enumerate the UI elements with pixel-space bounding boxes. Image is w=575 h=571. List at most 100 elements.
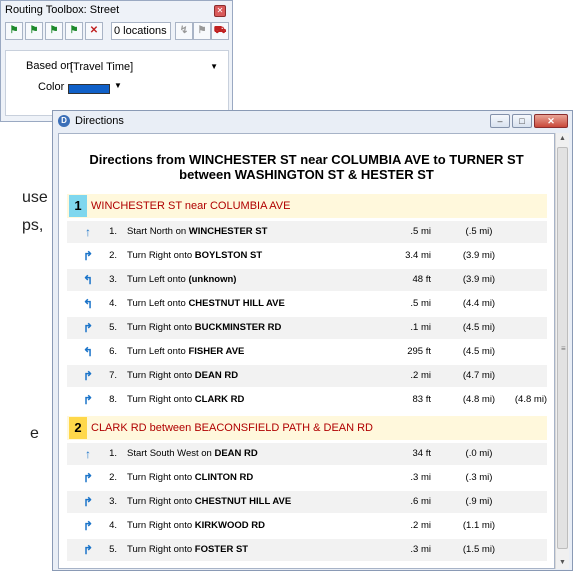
direction-step-row[interactable]: ↱ 4. Turn Right onto KIRKWOOD RD .2 mi (1.1 … — [67, 515, 547, 537]
direction-step-row[interactable]: ↱ 2. Turn Right onto CLINTON RD .3 mi (.3 mi… — [67, 467, 547, 489]
step-instruction: Turn Right onto CHESTNUT HILL AVE — [127, 491, 291, 513]
step-distance: .6 mi — [410, 496, 431, 507]
cumulative-distance: (4.8 mi) — [462, 394, 496, 405]
direction-step-row[interactable]: ↰ 3. Turn Left onto (unknown) 48 ft (3.9 mi) — [67, 269, 547, 291]
chevron-down-icon[interactable]: ▼ — [114, 81, 122, 90]
step-distance: 48 ft — [412, 274, 432, 285]
location-list-icon[interactable]: ⚑ — [65, 22, 83, 40]
step-instruction: Start South West on DEAN RD — [127, 443, 258, 465]
step-street: BUCKMINSTER RD — [194, 322, 282, 333]
direction-step-row[interactable]: ↱ 5. Turn Right onto FOSTER ST .3 mi (1.5 mi… — [67, 539, 547, 561]
step-instruction: Turn Left onto FISHER AVE — [127, 341, 244, 363]
step-instruction: Turn Right onto CLARK RD — [127, 389, 244, 411]
step-instruction: Turn Left onto CHESTNUT HILL AVE — [127, 293, 285, 315]
add-location-alt-icon[interactable]: ⚑ — [25, 22, 43, 40]
arrow-up-icon: ↑ — [85, 447, 91, 461]
turn-right-icon: ↱ — [82, 495, 94, 509]
route-icon[interactable]: ↯ — [175, 22, 193, 40]
direction-step-row[interactable]: ↰ 4. Turn Left onto CHESTNUT HILL AVE .5 mi… — [67, 293, 547, 315]
leg-total-distance: (4.8 mi) — [514, 394, 548, 405]
direction-step-row[interactable]: ↑ 1. Start South West on DEAN RD 34 ft (.0 m… — [67, 443, 547, 465]
step-action: Turn Right onto — [127, 544, 193, 555]
step-street: CLINTON RD — [194, 472, 254, 483]
step-instruction: Turn Right onto BUCKMINSTER RD — [127, 317, 281, 339]
step-action: Turn Left onto — [127, 298, 186, 309]
step-distance: .2 mi — [410, 370, 431, 381]
background-text-fragment: e — [30, 425, 39, 442]
step-street: WINCHESTER ST — [188, 226, 268, 237]
step-street: CHESTNUT HILL AVE — [194, 496, 292, 507]
color-swatch[interactable] — [68, 84, 110, 94]
clear-route-icon[interactable]: ⛟ — [211, 22, 229, 40]
turn-right-icon: ↱ — [82, 543, 94, 557]
based-on-dropdown[interactable]: [Travel Time] ▼ — [70, 60, 220, 74]
direction-step-row[interactable]: ↱ 2. Turn Right onto BOYLSTON ST 3.4 mi (3.9… — [67, 245, 547, 267]
step-number: 4. — [109, 520, 117, 531]
step-action: Start South West on — [127, 448, 212, 459]
step-instruction: Turn Right onto CLINTON RD — [127, 467, 253, 489]
step-action: Turn Right onto — [127, 370, 193, 381]
step-action: Turn Right onto — [127, 472, 193, 483]
cumulative-distance: (4.4 mi) — [462, 298, 496, 309]
leg-title: WINCHESTER ST near COLUMBIA AVE — [91, 200, 291, 212]
toolbox-close-button[interactable]: ✕ — [214, 5, 226, 17]
cumulative-distance: (1.5 mi) — [462, 544, 496, 555]
scroll-down-icon[interactable]: ▼ — [556, 557, 569, 569]
directions-icon[interactable]: ⚑ — [193, 22, 211, 40]
direction-step-row[interactable]: ↱ 3. Turn Right onto CHESTNUT HILL AVE .6 m… — [67, 491, 547, 513]
step-distance: 34 ft — [412, 448, 432, 459]
step-street: KIRKWOOD RD — [194, 520, 265, 531]
step-distance: .5 mi — [410, 298, 431, 309]
cumulative-distance: (.9 mi) — [465, 496, 493, 507]
turn-right-icon: ↱ — [82, 393, 94, 407]
cumulative-distance: (4.7 mi) — [462, 370, 496, 381]
direction-step-row[interactable]: ↑ 1. Start North on WINCHESTER ST .5 mi (.5 … — [67, 221, 547, 243]
step-action: Start North on — [127, 226, 187, 237]
leg-number-badge: 2 — [69, 417, 87, 439]
direction-step-row[interactable]: ↰ 6. Turn Left onto FISHER AVE 295 ft (4.5 m… — [67, 341, 547, 363]
close-button[interactable]: ✕ — [534, 114, 568, 128]
scroll-up-icon[interactable]: ▲ — [556, 133, 569, 145]
leg-header: 2 CLARK RD between BEACONSFIELD PATH & DE… — [67, 416, 547, 440]
direction-step-row[interactable]: ↱ 5. Turn Right onto BUCKMINSTER RD .1 mi (4… — [67, 317, 547, 339]
step-action: Turn Right onto — [127, 250, 193, 261]
chevron-down-icon: ▼ — [210, 62, 218, 71]
step-instruction: Turn Left onto (unknown) — [127, 269, 236, 291]
step-street: DEAN RD — [214, 448, 258, 459]
step-action: Turn Right onto — [127, 394, 193, 405]
step-street: DEAN RD — [194, 370, 239, 381]
directions-window: D Directions – □ ✕ Directions from WINCH… — [52, 110, 573, 571]
turn-right-icon: ↱ — [82, 519, 94, 533]
maximize-button[interactable]: □ — [512, 114, 532, 128]
location-options-icon[interactable]: ⚑ — [45, 22, 63, 40]
step-action: Turn Left onto — [127, 274, 186, 285]
directions-heading: Directions from WINCHESTER ST near COLUM… — [59, 152, 554, 182]
step-street: FOSTER ST — [194, 544, 249, 555]
minimize-button[interactable]: – — [490, 114, 510, 128]
step-instruction: Turn Right onto BOYLSTON ST — [127, 245, 262, 267]
direction-step-row[interactable]: ↱ 8. Turn Right onto CLARK RD 83 ft (4.8 mi)… — [67, 389, 547, 411]
step-number: 1. — [109, 448, 117, 459]
add-location-icon[interactable]: ⚑ — [5, 22, 23, 40]
heading-line-1: Directions from WINCHESTER ST near COLUM… — [89, 152, 524, 167]
step-number: 4. — [109, 298, 117, 309]
turn-right-icon: ↱ — [82, 249, 94, 263]
scrollbar-thumb[interactable]: ≡ — [557, 147, 568, 549]
step-instruction: Turn Right onto DEAN RD — [127, 365, 238, 387]
step-distance: .1 mi — [410, 322, 431, 333]
step-instruction: Start North on WINCHESTER ST — [127, 221, 267, 243]
step-number: 1. — [109, 226, 117, 237]
turn-right-icon: ↱ — [82, 471, 94, 485]
step-number: 2. — [109, 472, 117, 483]
turn-right-icon: ↱ — [82, 321, 94, 335]
directions-title: Directions — [75, 115, 124, 127]
step-street: CLARK RD — [194, 394, 245, 405]
direction-step-row[interactable]: ↱ 7. Turn Right onto DEAN RD .2 mi (4.7 mi) — [67, 365, 547, 387]
cumulative-distance: (3.9 mi) — [462, 250, 496, 261]
vertical-scrollbar[interactable]: ▲ ≡ ▼ — [555, 133, 569, 569]
turn-left-icon: ↰ — [82, 297, 94, 311]
grip-icon: ≡ — [561, 344, 566, 353]
remove-location-icon[interactable]: ✕ — [85, 22, 103, 40]
step-instruction: Turn Right onto KIRKWOOD RD — [127, 515, 265, 537]
step-street: (unknown) — [188, 274, 237, 285]
